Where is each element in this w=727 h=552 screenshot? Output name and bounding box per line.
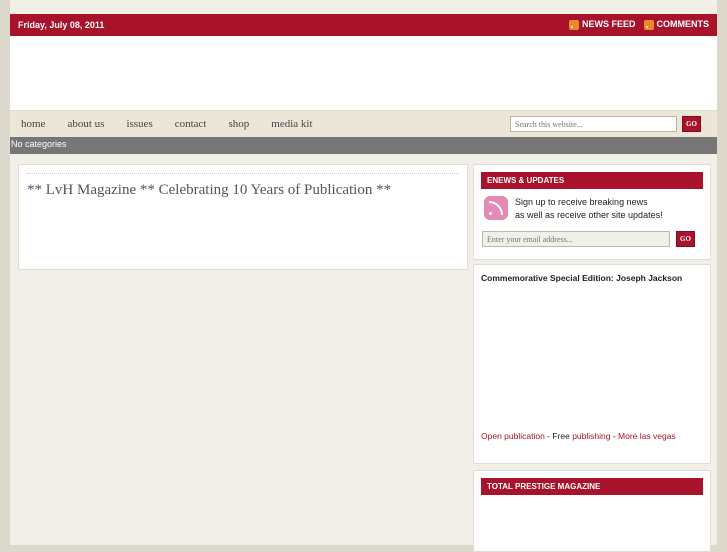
no-categories-text: No categories bbox=[11, 139, 67, 149]
top-bar: Friday, July 08, 2011 NEWS FEED COMMENTS bbox=[10, 14, 717, 36]
comments-feed-link[interactable]: COMMENTS bbox=[643, 19, 710, 30]
separator: - Free bbox=[544, 431, 573, 441]
enews-widget: ENEWS & UPDATES Sign up to receive break… bbox=[473, 164, 711, 260]
rss-icon bbox=[484, 196, 508, 220]
main-nav: home about us issues contact shop media … bbox=[10, 110, 717, 138]
nav-item-issues[interactable]: issues bbox=[115, 118, 163, 130]
prestige-widget: TOTAL PRESTIGE MAGAZINE bbox=[473, 470, 711, 552]
publication-widget: Commemorative Special Edition: Joseph Ja… bbox=[473, 264, 711, 464]
news-feed-link[interactable]: NEWS FEED bbox=[568, 19, 636, 30]
nav-item-shop[interactable]: shop bbox=[217, 118, 260, 130]
rss-icon bbox=[643, 19, 654, 30]
page-title: ** LvH Magazine ** Celebrating 10 Years … bbox=[27, 182, 392, 198]
enews-title: ENEWS & UPDATES bbox=[481, 172, 703, 189]
main-content-box: ** LvH Magazine ** Celebrating 10 Years … bbox=[18, 164, 468, 270]
more-las-vegas-link[interactable]: More las vegas bbox=[618, 431, 676, 441]
publishing-link[interactable]: publishing bbox=[572, 431, 610, 441]
signup-line-1: Sign up to receive breaking news bbox=[515, 197, 648, 207]
publication-links: Open publication - Free publishing - Mor… bbox=[481, 431, 676, 441]
category-bar: No categories bbox=[10, 137, 717, 154]
prestige-title: TOTAL PRESTIGE MAGAZINE bbox=[481, 478, 703, 495]
nav-item-media-kit[interactable]: media kit bbox=[260, 118, 323, 130]
nav-item-about-us[interactable]: about us bbox=[56, 118, 115, 130]
publication-title: Commemorative Special Edition: Joseph Ja… bbox=[481, 273, 683, 283]
divider bbox=[27, 173, 459, 174]
separator: - bbox=[610, 431, 619, 441]
news-feed-label: NEWS FEED bbox=[581, 19, 636, 29]
rss-icon bbox=[568, 19, 579, 30]
comments-label: COMMENTS bbox=[656, 19, 710, 29]
nav-item-home[interactable]: home bbox=[10, 118, 56, 130]
current-date: Friday, July 08, 2011 bbox=[18, 20, 105, 30]
open-publication-link[interactable]: Open publication bbox=[481, 431, 545, 441]
search-input[interactable] bbox=[510, 116, 677, 132]
email-input[interactable] bbox=[482, 231, 670, 247]
signup-text: Sign up to receive breaking news as well… bbox=[515, 196, 663, 222]
signup-line-2: as well as receive other site updates! bbox=[515, 210, 663, 220]
nav-item-contact[interactable]: contact bbox=[164, 118, 218, 130]
search-go-button[interactable]: GO bbox=[682, 116, 701, 132]
header-banner bbox=[10, 36, 717, 110]
email-go-button[interactable]: GO bbox=[676, 231, 695, 247]
